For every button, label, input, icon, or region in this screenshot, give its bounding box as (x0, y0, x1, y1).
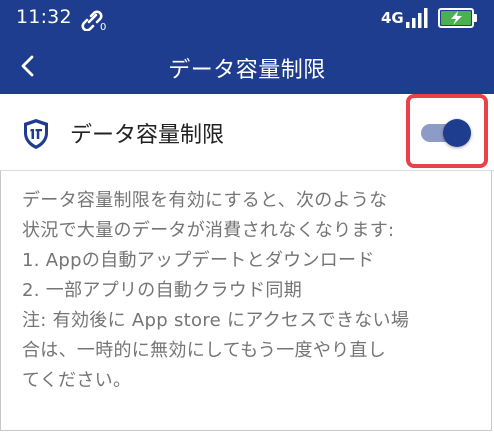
status-bar: 11:32 0 4G (0, 0, 494, 38)
divider (0, 170, 494, 171)
page-title: データ容量制限 (168, 58, 326, 83)
svg-text:0: 0 (100, 22, 106, 31)
description-line: 2. 一部アプリの自動クラウド同期 (22, 280, 302, 301)
toggle-knob (443, 119, 471, 147)
status-time: 11:32 (16, 6, 72, 28)
data-limit-setting-row: データ容量制限 (0, 94, 494, 170)
description-line: 1. Appの自動アップデートとダウンロード (22, 250, 375, 271)
network-type: 4G (381, 9, 404, 27)
link-icon: 0 (81, 10, 106, 31)
description-line: てください。 (22, 370, 132, 391)
shield-icon (24, 119, 48, 149)
description-text: データ容量制限を有効にすると、次のような 状況で大量のデータが消費されなくなりま… (22, 186, 482, 396)
signal-icon (406, 8, 428, 28)
data-limit-toggle[interactable] (421, 119, 471, 147)
setting-label: データ容量制限 (70, 123, 225, 148)
description-line: 注: 有効後に App store にアクセスできない場 (22, 310, 410, 331)
description-line: 状況で大量のデータが消費されなくなります: (22, 220, 395, 241)
battery-charging-icon (438, 8, 477, 28)
app-bar: データ容量制限 (0, 38, 494, 94)
description-line: 合は、一時的に無効にしてもう一度やり直し (22, 340, 387, 361)
description-line: データ容量制限を有効にすると、次のような (22, 190, 388, 211)
